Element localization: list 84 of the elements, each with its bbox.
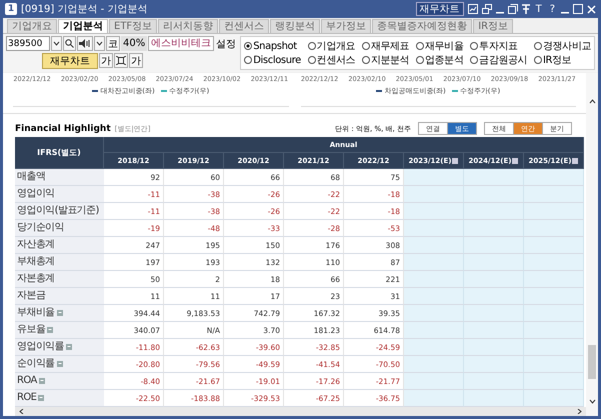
row-label: 자산총계 (15, 237, 104, 254)
scroll-thumb[interactable] (588, 344, 596, 378)
row-label: 자본금 (15, 288, 104, 306)
radio-icon[interactable] (308, 56, 316, 64)
row-label: 순이익률 (15, 356, 104, 374)
code-field[interactable]: 389500 (6, 36, 50, 51)
windows-icon[interactable] (482, 4, 492, 14)
view-radio[interactable]: 금감원공시 (470, 53, 528, 67)
info-icon[interactable] (572, 158, 578, 164)
view-radio[interactable]: 기업개요 (308, 39, 356, 53)
restore-icon[interactable] (508, 4, 518, 14)
pin-icon[interactable] (522, 4, 530, 14)
radio-icon[interactable] (244, 56, 252, 64)
chart-button[interactable]: 재무차트 (42, 52, 98, 68)
tab[interactable]: 부가정보 (321, 19, 372, 33)
window-title: [0919] 기업분석 - 기업분석 (21, 3, 148, 16)
fit-button[interactable] (114, 53, 128, 68)
tab[interactable]: IR정보 (473, 19, 514, 33)
row-label: 당기순이익 (15, 220, 104, 238)
caret-icon[interactable] (53, 41, 60, 46)
stock-name-field[interactable]: 에스비비테크 (148, 36, 214, 51)
view-radio[interactable]: 업종분석 (416, 53, 464, 67)
vertical-scrollbar[interactable] (586, 73, 598, 416)
view-radio[interactable]: 재무비율 (416, 39, 464, 53)
view-radio[interactable]: 투자지표 (470, 39, 528, 53)
row-label: 부채비율 (15, 305, 104, 322)
ratio-label: 40% (121, 36, 148, 51)
row-label: 영업이익률 (15, 339, 104, 356)
speaker-icon (79, 39, 91, 48)
view-radio[interactable]: 지분분석 (362, 53, 410, 67)
row-label: 매출액 (15, 169, 104, 186)
tab[interactable]: 종목별증자예정현황 (372, 19, 472, 33)
view-radio[interactable]: 재무제표 (362, 39, 410, 53)
radio-icon[interactable] (534, 56, 542, 64)
row-label: 자본총계 (15, 271, 104, 288)
dropdown-button[interactable] (94, 36, 105, 51)
radio-icon[interactable] (534, 42, 542, 50)
section-title: Financial Highlight (15, 124, 111, 134)
row-label: 영업이익 (15, 186, 104, 204)
row-label: 부채총계 (15, 254, 104, 272)
caret-icon[interactable] (96, 41, 103, 46)
font-smaller-button[interactable]: 가 (99, 53, 113, 68)
radio-icon[interactable] (470, 56, 478, 64)
dropdown-button[interactable] (51, 36, 62, 51)
search-button[interactable] (63, 36, 76, 51)
tab[interactable]: ETF정보 (109, 19, 158, 33)
radio-icon[interactable] (362, 56, 370, 64)
font-larger-button[interactable]: 가 (129, 53, 143, 68)
view-radio[interactable]: Snapshot (244, 39, 301, 53)
radio-icon[interactable] (416, 56, 424, 64)
info-icon[interactable] (452, 158, 458, 164)
view-radio[interactable]: Disclosure (244, 53, 301, 67)
close-icon[interactable] (587, 4, 596, 14)
tab[interactable]: 리서치동향 (158, 19, 218, 33)
tab[interactable]: 기업분석 (58, 19, 108, 33)
row-label: 영업이익(발표기준) (15, 203, 104, 220)
radio-icon[interactable] (362, 42, 370, 50)
tab[interactable]: 랭킹분석 (270, 19, 320, 33)
tab[interactable]: 컨센서스 (219, 19, 270, 33)
frame-icon (116, 56, 126, 65)
horizontal-scrollbar[interactable] (15, 407, 586, 416)
maximize-icon[interactable] (573, 4, 583, 14)
app-badge: 1 (5, 3, 17, 15)
tab[interactable]: 기업개요 (7, 19, 57, 33)
radio-icon[interactable] (244, 42, 252, 50)
view-radio[interactable]: IR정보 (534, 53, 591, 67)
view-radio[interactable]: 경쟁사비교 (534, 39, 591, 53)
row-label: 유보율 (15, 322, 104, 340)
radio-icon[interactable] (470, 42, 478, 50)
row-label: ROE (15, 390, 104, 408)
info-icon[interactable] (512, 158, 518, 164)
chart-icon[interactable] (468, 4, 478, 14)
chart-button[interactable]: 재무차트 (416, 2, 464, 16)
radio-icon[interactable] (416, 42, 424, 50)
title-button[interactable]: ? (548, 2, 557, 16)
row-label: ROA (15, 373, 104, 390)
header-cell: IFRS(별도) (15, 137, 104, 170)
speaker-button[interactable] (77, 36, 93, 51)
settings-label[interactable]: 설정 (216, 36, 236, 50)
search-icon (65, 39, 74, 48)
title-button[interactable]: T (534, 2, 544, 16)
view-radio[interactable]: 컨센서스 (308, 53, 356, 67)
market-button[interactable]: 코 (106, 36, 120, 51)
radio-icon[interactable] (308, 42, 316, 50)
